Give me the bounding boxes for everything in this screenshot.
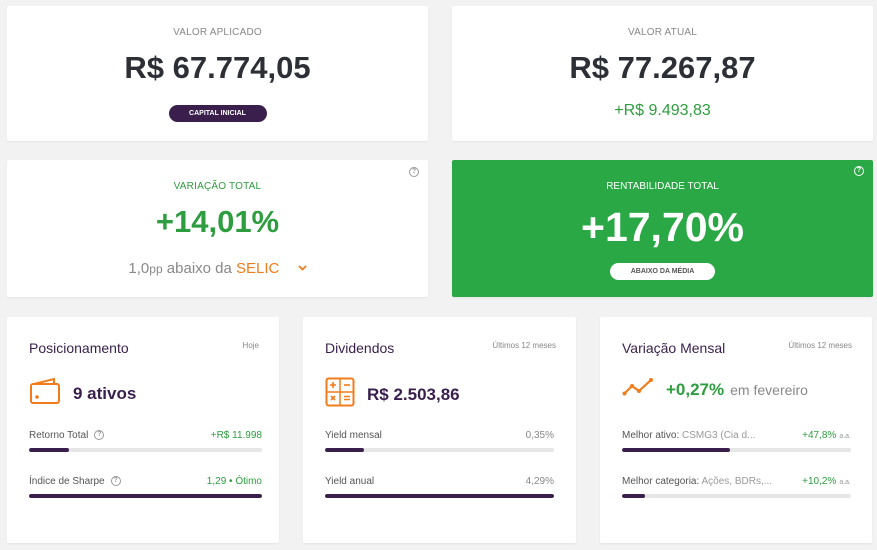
- yield-anual-bar-fill: [325, 494, 554, 498]
- retorno-total-label: Retorno Total: [29, 430, 89, 441]
- help-icon[interactable]: ?: [854, 166, 864, 176]
- benchmark-selector[interactable]: SELIC: [236, 260, 279, 277]
- yield-mensal-label: Yield mensal: [325, 430, 382, 441]
- variacao-total-card: ? VARIAÇÃO TOTAL +14,01% 1,0pp abaixo da…: [7, 160, 428, 297]
- retorno-total-metric: Retorno Total? +R$ 11.998: [29, 430, 262, 452]
- valor-atual-card: VALOR ATUAL R$ 77.267,87 +R$ 9.493,83: [452, 6, 873, 141]
- valor-atual-value: R$ 77.267,87: [569, 50, 756, 85]
- dividendos-card: Dividendos Últimos 12 meses R$ 2.503,86 …: [303, 317, 576, 543]
- melhor-categoria-unit: a.a.: [839, 479, 851, 486]
- melhor-categoria-metric: Melhor categoria: Ações, BDRs,... +10,2%…: [622, 476, 851, 498]
- posicionamento-title: Posicionamento: [29, 340, 129, 356]
- sharpe-metric: Índice de Sharpe? 1,29 • Ótimo: [29, 476, 262, 498]
- trend-up-icon: [622, 377, 654, 402]
- variacao-total-value: +14,01%: [155, 204, 280, 239]
- melhor-ativo-value: +47,8%: [802, 430, 837, 441]
- dividendos-title: Dividendos: [325, 340, 395, 356]
- melhor-ativo-name[interactable]: CSMG3 (Cia d...: [682, 430, 755, 441]
- abaixo-da-media-badge: ABAIXO DA MÉDIA: [610, 263, 715, 280]
- wallet-icon: [29, 377, 61, 410]
- variacao-mensal-value: +0,27%: [666, 379, 725, 399]
- help-icon[interactable]: ?: [409, 167, 419, 177]
- sharpe-bar-fill: [29, 494, 262, 498]
- valor-atual-label: VALOR ATUAL: [627, 27, 698, 38]
- rentabilidade-total-card: ? RENTABILIDADE TOTAL +17,70% ABAIXO DA …: [452, 160, 873, 297]
- variacao-mensal-suffix: em fevereiro: [730, 381, 808, 398]
- retorno-total-bar: [29, 448, 262, 452]
- variacao-diff-value: 1,0: [128, 260, 150, 277]
- yield-anual-value: 4,29%: [525, 476, 554, 487]
- yield-anual-metric: Yield anual 4,29%: [325, 476, 554, 498]
- posicionamento-card: Posicionamento Hoje 9 ativos Retorno Tot…: [7, 317, 279, 543]
- variacao-mensal-card: Variação Mensal Últimos 12 meses +0,27% …: [600, 317, 872, 543]
- melhor-ativo-bar-fill: [622, 448, 730, 452]
- yield-mensal-value: 0,35%: [525, 430, 554, 441]
- variacao-diff-text: abaixo da: [162, 260, 237, 277]
- yield-mensal-bar-fill: [325, 448, 364, 452]
- valor-aplicado-label: VALOR APLICADO: [173, 27, 262, 38]
- posicionamento-headline: 9 ativos: [73, 383, 137, 403]
- rentabilidade-total-label: RENTABILIDADE TOTAL: [606, 181, 719, 192]
- dividendos-headline: R$ 2.503,86: [367, 384, 460, 404]
- melhor-categoria-name[interactable]: Ações, BDRs,...: [702, 476, 773, 487]
- retorno-total-bar-fill: [29, 448, 69, 452]
- help-icon[interactable]: ?: [110, 476, 121, 487]
- valor-aplicado-value: R$ 67.774,05: [124, 50, 311, 85]
- yield-mensal-metric: Yield mensal 0,35%: [325, 430, 554, 452]
- dividendos-period: Últimos 12 meses: [492, 341, 556, 350]
- retorno-total-value: +R$ 11.998: [210, 430, 262, 441]
- sharpe-bar: [29, 494, 262, 498]
- rentabilidade-total-value: +17,70%: [581, 204, 744, 250]
- variacao-diff-unit: pp: [149, 262, 163, 276]
- melhor-categoria-value: +10,2%: [802, 476, 837, 487]
- variacao-mensal-title: Variação Mensal: [622, 340, 726, 356]
- melhor-categoria-bar-fill: [622, 494, 645, 498]
- sharpe-label: Índice de Sharpe: [29, 476, 105, 487]
- yield-anual-bar: [325, 494, 554, 498]
- melhor-categoria-label: Melhor categoria:: [622, 476, 700, 487]
- melhor-ativo-metric: Melhor ativo: CSMG3 (Cia d... +47,8% a.a.: [622, 430, 851, 452]
- melhor-categoria-bar: [622, 494, 851, 498]
- capital-inicial-badge: CAPITAL INICIAL: [168, 105, 267, 122]
- chevron-down-icon[interactable]: [297, 258, 307, 275]
- valor-aplicado-card: VALOR APLICADO R$ 67.774,05 CAPITAL INIC…: [7, 6, 428, 141]
- variacao-mensal-period: Últimos 12 meses: [788, 341, 852, 350]
- calculator-icon: [325, 377, 355, 412]
- posicionamento-period: Hoje: [242, 341, 259, 350]
- sharpe-value: 1,29 • Ótimo: [206, 476, 262, 487]
- yield-anual-label: Yield anual: [325, 476, 375, 487]
- melhor-ativo-label: Melhor ativo:: [622, 430, 680, 441]
- melhor-ativo-bar: [622, 448, 851, 452]
- yield-mensal-bar: [325, 448, 554, 452]
- variacao-total-label: VARIAÇÃO TOTAL: [173, 181, 262, 192]
- variacao-benchmark-row[interactable]: 1,0pp abaixo da SELIC: [7, 258, 428, 277]
- valor-atual-delta: +R$ 9.493,83: [614, 102, 711, 119]
- melhor-ativo-unit: a.a.: [839, 433, 851, 440]
- help-icon[interactable]: ?: [94, 430, 105, 441]
